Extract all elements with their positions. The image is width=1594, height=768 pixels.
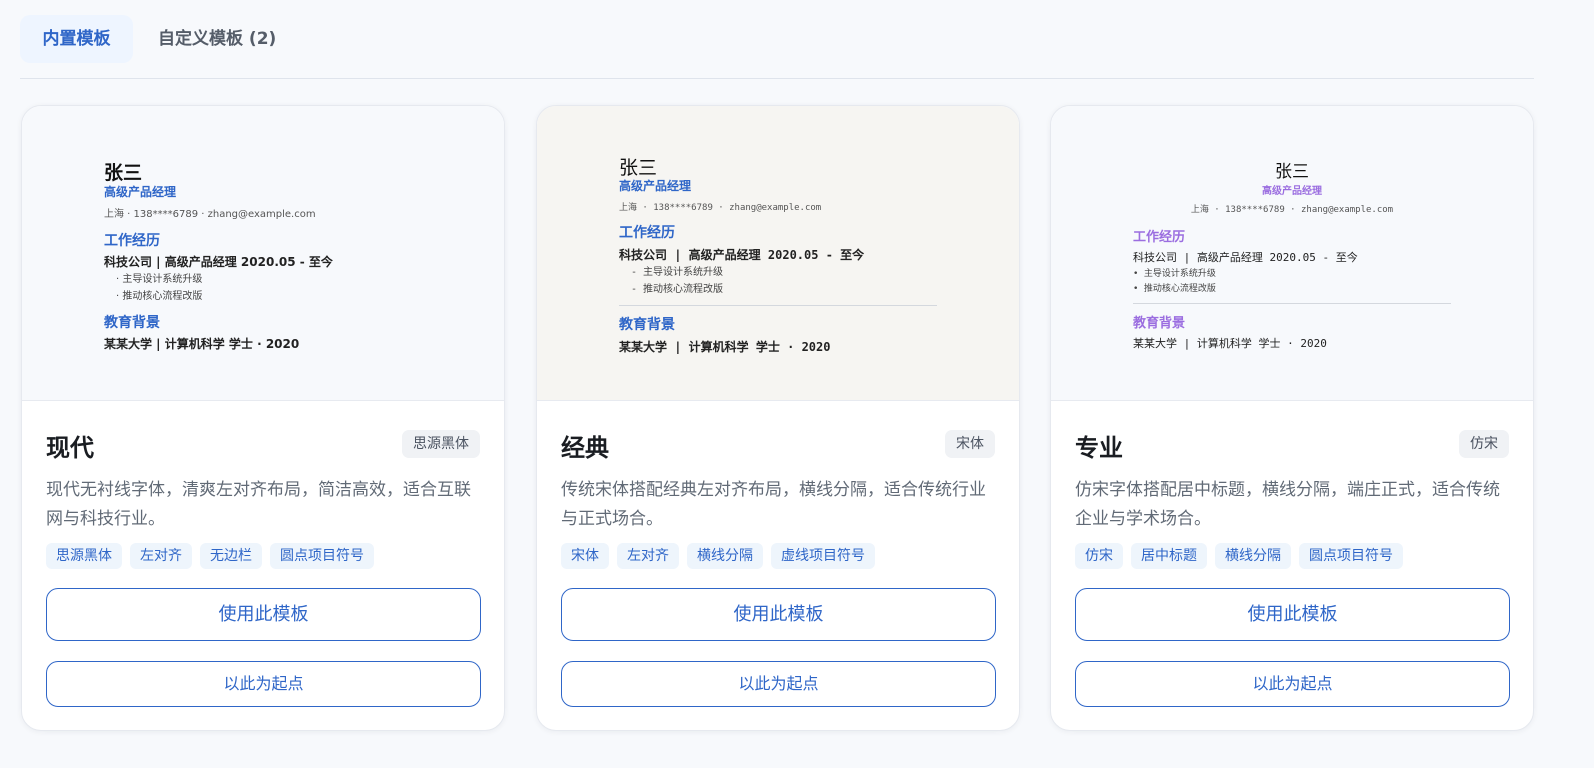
template-description: 传统宋体搭配经典左对齐布局，横线分隔，适合传统行业与正式场合。 bbox=[561, 480, 986, 529]
tab-builtin-templates[interactable]: 内置模板 bbox=[20, 15, 133, 63]
tag: 横线分隔 bbox=[687, 543, 763, 569]
preview-name: 张三 bbox=[104, 162, 143, 184]
preview-section-work: 工作经历 bbox=[104, 233, 160, 249]
template-title: 经典 bbox=[561, 434, 609, 462]
use-template-button[interactable]: 使用此模板 bbox=[561, 588, 996, 641]
tag: 无边栏 bbox=[200, 543, 262, 569]
template-card-classic: 张三 高级产品经理 上海 · 138****6789 · zhang@examp… bbox=[536, 105, 1020, 731]
tag-list: 仿宋 居中标题 横线分隔 圆点项目符号 bbox=[1075, 543, 1403, 569]
preview-job: 科技公司 | 高级产品经理 2020.05 - 至今 bbox=[619, 248, 865, 262]
preview-contact: 上海 · 138****6789 · zhang@example.com bbox=[1190, 205, 1394, 215]
tag: 圆点项目符号 bbox=[1299, 543, 1403, 569]
tag: 左对齐 bbox=[130, 543, 192, 569]
preview-name: 张三 bbox=[1275, 162, 1309, 182]
preview-section-education: 教育背景 bbox=[1133, 316, 1186, 331]
template-card-modern: 张三 高级产品经理 上海 · 138****6789 · zhang@examp… bbox=[21, 105, 505, 731]
preview-bullet: • 推动核心流程改版 bbox=[1133, 284, 1216, 294]
preview-role: 高级产品经理 bbox=[1262, 186, 1322, 197]
template-title: 现代 bbox=[46, 434, 94, 462]
preview-section-work: 工作经历 bbox=[1133, 230, 1186, 245]
preview-section-work: 工作经历 bbox=[619, 225, 675, 241]
tag: 左对齐 bbox=[617, 543, 679, 569]
preview-role: 高级产品经理 bbox=[104, 185, 177, 199]
preview-job: 科技公司 | 高级产品经理 2020.05 - 至今 bbox=[104, 255, 333, 269]
preview-section-education: 教育背景 bbox=[104, 315, 160, 331]
preview-bullet: - 推动核心流程改版 bbox=[631, 284, 724, 295]
section-divider bbox=[619, 305, 937, 306]
tag: 横线分隔 bbox=[1215, 543, 1291, 569]
template-card-professional: 张三 高级产品经理 上海 · 138****6789 · zhang@examp… bbox=[1050, 105, 1534, 731]
template-title: 专业 bbox=[1075, 434, 1123, 462]
resume-preview-modern[interactable]: 张三 高级产品经理 上海 · 138****6789 · zhang@examp… bbox=[22, 106, 504, 401]
tag: 思源黑体 bbox=[46, 543, 122, 569]
start-from-template-button[interactable]: 以此为起点 bbox=[561, 661, 996, 707]
preview-section-education: 教育背景 bbox=[619, 317, 675, 333]
tag-list: 思源黑体 左对齐 无边栏 圆点项目符号 bbox=[46, 543, 374, 569]
preview-bullet: · 推动核心流程改版 bbox=[116, 291, 203, 302]
tab-custom-templates[interactable]: 自定义模板 (2) bbox=[158, 15, 276, 63]
start-from-template-button[interactable]: 以此为起点 bbox=[46, 661, 481, 707]
resume-preview-professional[interactable]: 张三 高级产品经理 上海 · 138****6789 · zhang@examp… bbox=[1051, 106, 1533, 401]
preview-bullet: · 主导设计系统升级 bbox=[116, 274, 203, 285]
use-template-button[interactable]: 使用此模板 bbox=[46, 588, 481, 641]
tag: 宋体 bbox=[561, 543, 609, 569]
font-badge: 思源黑体 bbox=[402, 430, 480, 458]
preview-bullet: • 主导设计系统升级 bbox=[1133, 269, 1216, 279]
preview-education: 某某大学 | 计算机科学 学士 · 2020 bbox=[619, 340, 831, 354]
preview-name: 张三 bbox=[619, 157, 658, 179]
tag: 仿宋 bbox=[1075, 543, 1123, 569]
tag: 圆点项目符号 bbox=[270, 543, 374, 569]
tag: 居中标题 bbox=[1131, 543, 1207, 569]
resume-preview-classic[interactable]: 张三 高级产品经理 上海 · 138****6789 · zhang@examp… bbox=[537, 106, 1019, 401]
template-tabs: 内置模板 自定义模板 (2) bbox=[20, 15, 1534, 79]
preview-education: 某某大学 | 计算机科学 学士 · 2020 bbox=[104, 337, 300, 351]
preview-job: 科技公司 | 高级产品经理 2020.05 - 至今 bbox=[1133, 251, 1358, 264]
preview-contact: 上海 · 138****6789 · zhang@example.com bbox=[104, 209, 316, 220]
tag-list: 宋体 左对齐 横线分隔 虚线项目符号 bbox=[561, 543, 875, 569]
use-template-button[interactable]: 使用此模板 bbox=[1075, 588, 1510, 641]
font-badge: 宋体 bbox=[945, 430, 995, 458]
template-description: 现代无衬线字体，清爽左对齐布局，简洁高效，适合互联网与科技行业。 bbox=[46, 480, 471, 529]
template-description: 仿宋字体搭配居中标题，横线分隔，端庄正式，适合传统企业与学术场合。 bbox=[1075, 480, 1500, 529]
section-divider bbox=[1133, 303, 1451, 304]
start-from-template-button[interactable]: 以此为起点 bbox=[1075, 661, 1510, 707]
font-badge: 仿宋 bbox=[1459, 430, 1509, 458]
preview-contact: 上海 · 138****6789 · zhang@example.com bbox=[619, 203, 822, 213]
preview-role: 高级产品经理 bbox=[619, 179, 692, 193]
preview-education: 某某大学 | 计算机科学 学士 · 2020 bbox=[1133, 337, 1327, 350]
preview-bullet: - 主导设计系统升级 bbox=[631, 267, 724, 278]
tag: 虚线项目符号 bbox=[771, 543, 875, 569]
